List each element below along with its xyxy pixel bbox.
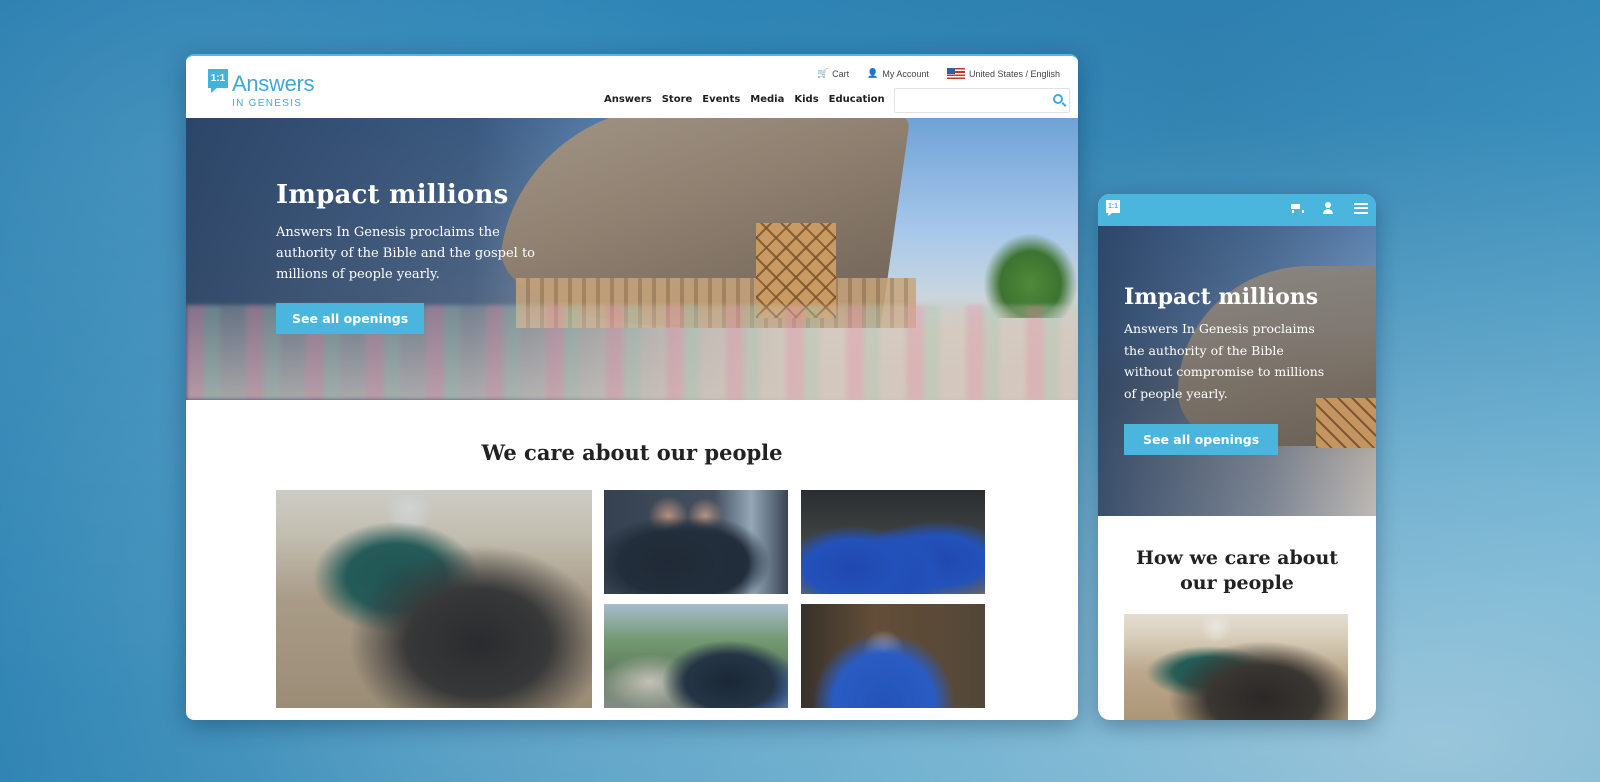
nav-events[interactable]: Events (702, 94, 740, 105)
gallery-photo (604, 604, 788, 708)
gallery-photo (604, 490, 788, 594)
cart-icon: 🛒 (816, 68, 829, 78)
utility-nav: 🛒 Cart 👤 My Account United States / Engl… (817, 68, 1060, 79)
hero-banner: Impact millions Answers In Genesis procl… (186, 118, 1078, 400)
account-label: My Account (882, 68, 929, 79)
mobile-hero-title: Impact millions (1124, 284, 1319, 310)
mobile-gallery-photo (1124, 614, 1348, 720)
mobile-hero-body: Answers In Genesis proclaims the authori… (1124, 321, 1325, 401)
nav-education[interactable]: Education (829, 94, 885, 105)
hero-title: Impact millions (276, 180, 509, 210)
cart-label: Cart (832, 68, 850, 79)
site-logo[interactable]: 1:1 Answers IN GENESIS (208, 69, 315, 109)
mobile-logo-icon[interactable]: 1:1 (1106, 200, 1120, 216)
section-title: We care about our people (481, 440, 783, 465)
desktop-mockup: 1:1 Answers IN GENESIS 🛒 Cart 👤 My Accou… (186, 54, 1078, 720)
scaffold-tower-image (756, 223, 836, 318)
search-input[interactable] (894, 88, 1070, 113)
account-link[interactable]: 👤 My Account (867, 68, 929, 79)
mobile-mockup: 1:1 Impact millions Answers In Genesis p… (1098, 194, 1376, 720)
mobile-see-all-openings-button[interactable]: See all openings (1124, 424, 1279, 455)
nav-kids[interactable]: Kids (794, 94, 818, 105)
us-flag-icon (946, 68, 965, 79)
user-icon: 👤 (867, 68, 879, 78)
nav-media[interactable]: Media (750, 94, 784, 105)
cart-link[interactable]: 🛒 Cart (817, 68, 849, 79)
main-nav: Answers Store Events Media Kids Educatio… (604, 94, 935, 105)
logo-subname: IN GENESIS (232, 98, 303, 109)
gallery-photo (801, 490, 985, 594)
gallery-photo (801, 604, 985, 708)
search-icon[interactable] (1053, 94, 1063, 104)
locale-selector[interactable]: United States / English (946, 68, 1060, 79)
hero-body: Answers In Genesis proclaims the authori… (276, 225, 536, 282)
photo-gallery (276, 490, 988, 708)
gallery-photo (276, 490, 592, 708)
see-all-openings-button[interactable]: See all openings (276, 303, 425, 334)
mobile-section-title: How we care about our people (1135, 547, 1339, 594)
nav-store[interactable]: Store (662, 94, 693, 105)
logo-mark-icon: 1:1 (208, 69, 228, 93)
mobile-hero-banner: Impact millions Answers In Genesis procl… (1098, 226, 1376, 516)
logo-name: Answers (232, 71, 315, 96)
people-section: We care about our people (186, 440, 1078, 465)
cart-icon[interactable] (1290, 202, 1304, 214)
nav-answers[interactable]: Answers (604, 94, 652, 105)
user-icon[interactable] (1322, 202, 1334, 214)
hamburger-menu-icon[interactable] (1354, 202, 1368, 214)
mobile-header: 1:1 (1098, 194, 1376, 226)
locale-label: United States / English (968, 68, 1060, 79)
site-header: 1:1 Answers IN GENESIS 🛒 Cart 👤 My Accou… (186, 56, 1078, 118)
